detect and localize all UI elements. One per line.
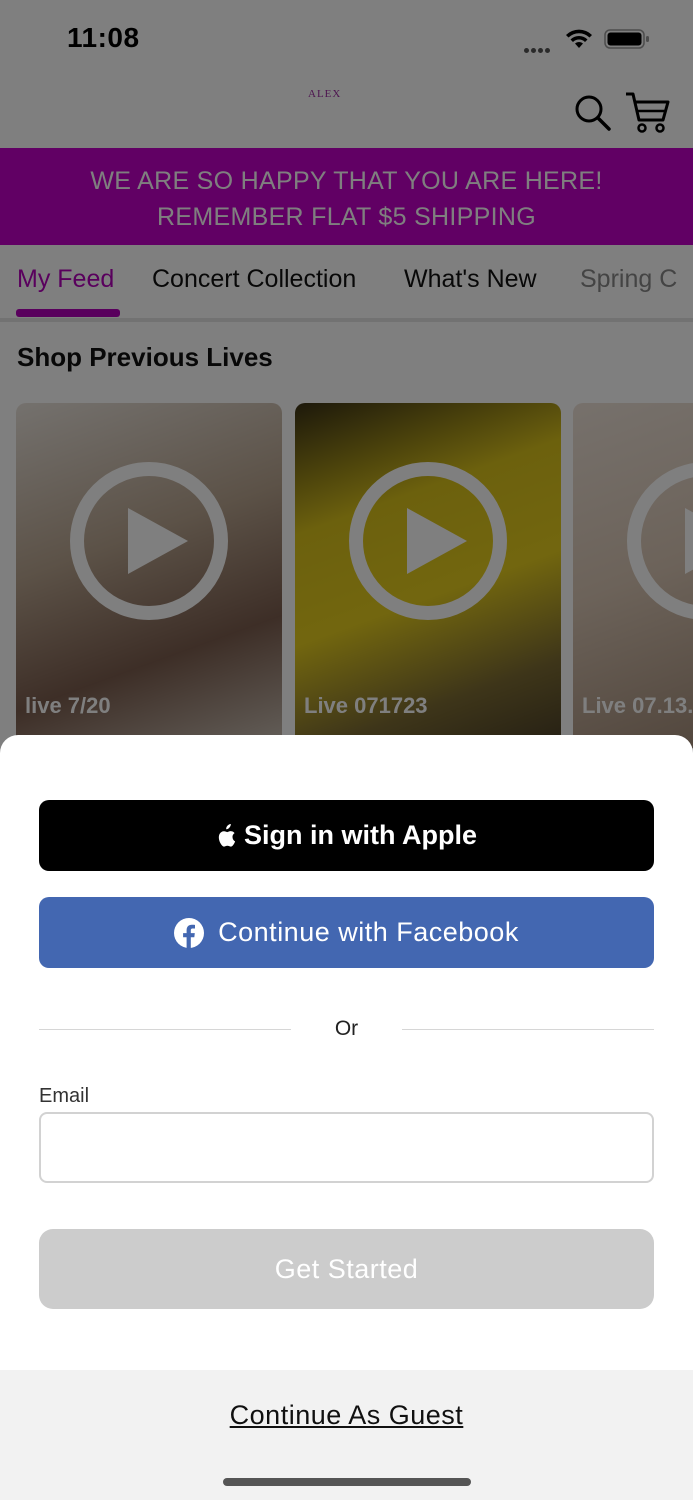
continue-with-facebook-button[interactable]: Continue with Facebook — [39, 897, 654, 968]
facebook-button-label: Continue with Facebook — [218, 917, 519, 947]
get-started-button[interactable]: Get Started — [39, 1229, 654, 1309]
apple-button-label: Sign in with Apple — [244, 820, 477, 850]
apple-icon — [218, 823, 236, 847]
or-divider: Or — [39, 1015, 654, 1045]
guest-footer: Continue As Guest — [0, 1370, 693, 1500]
sign-in-sheet: Sign in with Apple Continue with Faceboo… — [0, 735, 693, 1500]
divider-line-right — [402, 1029, 654, 1030]
home-indicator — [223, 1478, 471, 1486]
sign-in-with-apple-button[interactable]: Sign in with Apple — [39, 800, 654, 871]
email-field[interactable] — [39, 1112, 654, 1183]
email-label: Email — [39, 1085, 90, 1107]
facebook-icon — [174, 917, 205, 948]
continue-as-guest-link[interactable]: Continue As Guest — [0, 1400, 693, 1431]
